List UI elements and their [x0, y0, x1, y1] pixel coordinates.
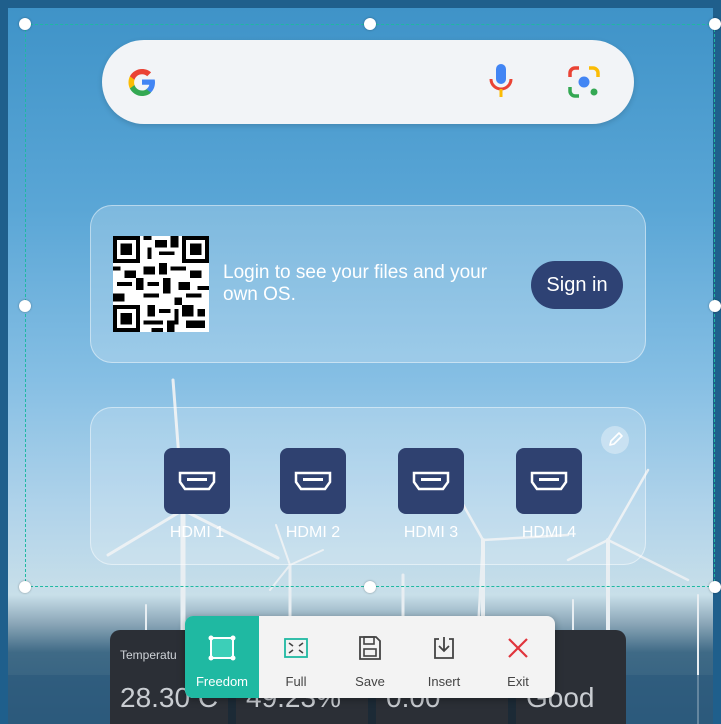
hdmi-label: HDMI 2	[285, 524, 341, 541]
window-border-top	[0, 0, 721, 8]
selection-handle-bottom[interactable]	[364, 581, 376, 593]
hdmi-2-source[interactable]: HDMI 2	[273, 448, 353, 542]
input-sources-card: HDMI 1 HDMI 2 HDMI 3 HDMI 4	[90, 407, 646, 565]
hdmi-label: HDMI 1	[169, 524, 225, 541]
qr-code	[113, 236, 209, 332]
login-card: Login to see your files and your own OS.…	[90, 205, 646, 363]
hdmi-label: HDMI 4	[521, 524, 577, 541]
hdmi-label: HDMI 3	[403, 524, 459, 541]
hdmi-4-source[interactable]: HDMI 4	[509, 448, 589, 542]
selection-handle-right[interactable]	[709, 300, 721, 312]
screenshot-toolbar: Freedom Full Save Insert Exit	[185, 616, 555, 698]
hdmi-icon	[516, 448, 582, 514]
hdmi-3-source[interactable]: HDMI 3	[391, 448, 471, 542]
selection-handle-bottom-left[interactable]	[19, 581, 31, 593]
selection-handle-top[interactable]	[364, 18, 376, 30]
insert-icon	[434, 637, 454, 659]
freedom-button[interactable]: Freedom	[185, 616, 259, 698]
login-message: Login to see your files and your own OS.	[223, 262, 488, 305]
close-icon	[508, 638, 528, 658]
google-lens-icon[interactable]	[566, 64, 602, 100]
microphone-icon[interactable]	[486, 62, 516, 102]
hdmi-icon	[164, 448, 230, 514]
temperature-label: Temperatu	[120, 648, 177, 662]
insert-label: Insert	[427, 674, 461, 689]
selection-handle-left[interactable]	[19, 300, 31, 312]
full-label: Full	[285, 674, 307, 689]
selection-handle-bottom-right[interactable]	[709, 581, 721, 593]
save-icon	[359, 636, 381, 660]
freedom-select-icon	[208, 635, 236, 661]
insert-button[interactable]: Insert	[407, 616, 481, 698]
pencil-icon	[609, 432, 623, 446]
edit-sources-button[interactable]	[601, 426, 629, 454]
hdmi-icon	[280, 448, 346, 514]
google-search-bar[interactable]	[102, 40, 634, 124]
full-screen-icon	[284, 638, 308, 658]
exit-label: Exit	[507, 674, 529, 689]
hdmi-icon	[398, 448, 464, 514]
window-border-left	[0, 0, 8, 724]
save-label: Save	[355, 674, 385, 689]
hdmi-1-source[interactable]: HDMI 1	[157, 448, 237, 542]
selection-handle-top-right[interactable]	[709, 18, 721, 30]
exit-button[interactable]: Exit	[481, 616, 555, 698]
selection-handle-top-left[interactable]	[19, 18, 31, 30]
google-g-icon	[128, 69, 155, 96]
save-button[interactable]: Save	[333, 616, 407, 698]
sign-in-button[interactable]: Sign in	[531, 261, 623, 309]
freedom-label: Freedom	[195, 674, 249, 689]
full-button[interactable]: Full	[259, 616, 333, 698]
